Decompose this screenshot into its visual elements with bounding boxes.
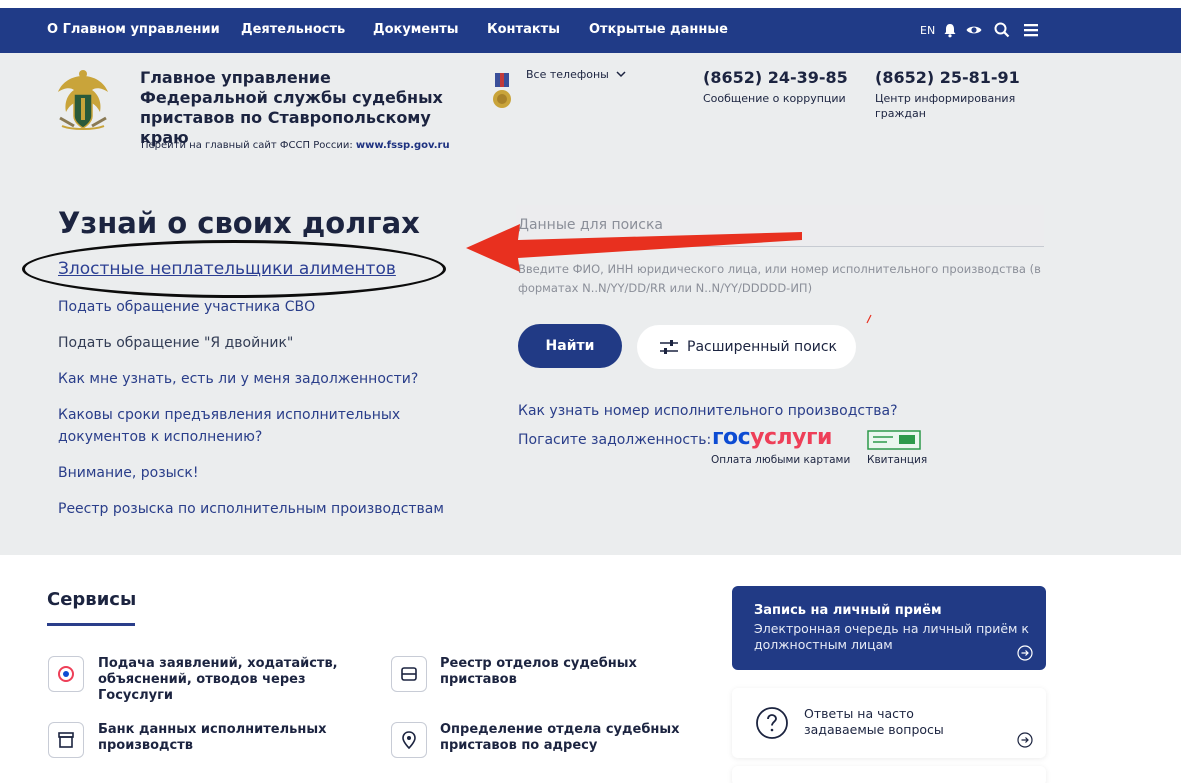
link-wanted[interactable]: Внимание, розыск! xyxy=(58,462,198,484)
services-underline xyxy=(47,623,135,626)
advanced-search-label: Расширенный поиск xyxy=(687,339,838,355)
services-title: Сервисы xyxy=(47,589,137,610)
appointment-card[interactable]: Запись на личный приём Электронная очере… xyxy=(732,586,1046,670)
arrow-right-circle-icon xyxy=(1017,732,1033,748)
main-site-link-row: Перейти на главный сайт ФССП России: www… xyxy=(141,140,450,151)
all-phones-label: Все телефоны xyxy=(526,68,609,81)
eye-icon[interactable] xyxy=(965,21,983,39)
menu-icon[interactable] xyxy=(1022,21,1040,39)
annotation-ellipse xyxy=(22,240,446,298)
phone-info-center-label: Центр информирования граждан xyxy=(875,92,1016,120)
gosuslugi-caption: Оплата любыми картами xyxy=(711,454,851,466)
link-terms[interactable]: Каковы сроки предъявления исполнительных… xyxy=(58,404,418,448)
link-wanted-registry[interactable]: Реестр розыска по исполнительным произво… xyxy=(58,498,444,520)
gosuslugi-logo[interactable]: госуслуги xyxy=(712,425,832,450)
registry-service-icon xyxy=(391,656,427,692)
service-gosuslugi-applications[interactable]: Подача заявлений, ходатайств, объяснений… xyxy=(98,656,368,704)
location-service-icon xyxy=(391,722,427,758)
appointment-title: Запись на личный приём xyxy=(754,603,942,618)
nav-item-activity[interactable]: Деятельность xyxy=(241,22,345,37)
appointment-text: Электронная очередь на личный приём к до… xyxy=(754,621,1029,652)
question-icon xyxy=(756,707,788,739)
phone-corruption-label: Сообщение о коррупции xyxy=(703,92,846,105)
main-site-link[interactable]: www.fssp.gov.ru xyxy=(356,140,450,151)
top-navbar: О Главном управлении Деятельность Докуме… xyxy=(0,8,1181,53)
filter-sliders-icon xyxy=(660,340,678,354)
faq-card[interactable]: Ответы на часто задаваемые вопросы xyxy=(732,688,1046,758)
nav-item-open-data[interactable]: Открытые данные xyxy=(589,22,728,37)
link-check-debts[interactable]: Как мне узнать, есть ли у меня задолженн… xyxy=(58,368,418,390)
link-find-number[interactable]: Как узнать номер исполнительного произво… xyxy=(518,403,898,419)
chevron-down-icon xyxy=(616,71,626,78)
gosuslugi-service-icon xyxy=(48,656,84,692)
service-find-department[interactable]: Определение отдела судебных приставов по… xyxy=(440,722,690,754)
annotation-arrow xyxy=(466,224,802,272)
link-double-appeal[interactable]: Подать обращение "Я двойник" xyxy=(58,332,293,354)
advanced-search-button[interactable]: Расширенный поиск xyxy=(637,325,856,369)
phone-corruption[interactable]: (8652) 24-39-85 xyxy=(703,68,848,87)
annotation-mark xyxy=(866,314,872,324)
service-bailiff-registry[interactable]: Реестр отделов судебных приставов xyxy=(440,656,710,688)
nav-item-documents[interactable]: Документы xyxy=(373,22,459,37)
search-icon[interactable] xyxy=(993,21,1011,39)
language-switch[interactable]: EN xyxy=(920,24,935,37)
bell-icon[interactable] xyxy=(941,21,959,39)
arrow-right-circle-icon xyxy=(1017,645,1033,661)
org-title: Главное управление Федеральной службы су… xyxy=(140,68,443,147)
find-button[interactable]: Найти xyxy=(518,324,622,368)
pay-label: Погасите задолженность: xyxy=(518,432,712,448)
faq-text: Ответы на часто задаваемые вопросы xyxy=(804,706,944,737)
database-service-icon xyxy=(48,722,84,758)
hero-title: Узнай о своих долгах xyxy=(58,206,420,240)
phone-info-center[interactable]: (8652) 25-81-91 xyxy=(875,68,1020,87)
receipt-caption: Квитанция xyxy=(867,454,928,466)
all-phones-dropdown[interactable]: Все телефоны xyxy=(526,68,626,81)
nav-item-contacts[interactable]: Контакты xyxy=(487,22,560,37)
medal-icon xyxy=(493,73,511,108)
nav-item-about[interactable]: О Главном управлении xyxy=(47,22,220,37)
next-card[interactable] xyxy=(732,766,1046,783)
main-site-text: Перейти на главный сайт ФССП России: xyxy=(141,140,353,151)
receipt-icon[interactable] xyxy=(867,430,921,450)
top-strip xyxy=(0,0,1181,8)
link-svo-appeal[interactable]: Подать обращение участника СВО xyxy=(58,296,315,318)
service-enforcement-database[interactable]: Банк данных исполнительных производств xyxy=(98,722,348,754)
fssp-emblem-icon xyxy=(58,70,108,130)
